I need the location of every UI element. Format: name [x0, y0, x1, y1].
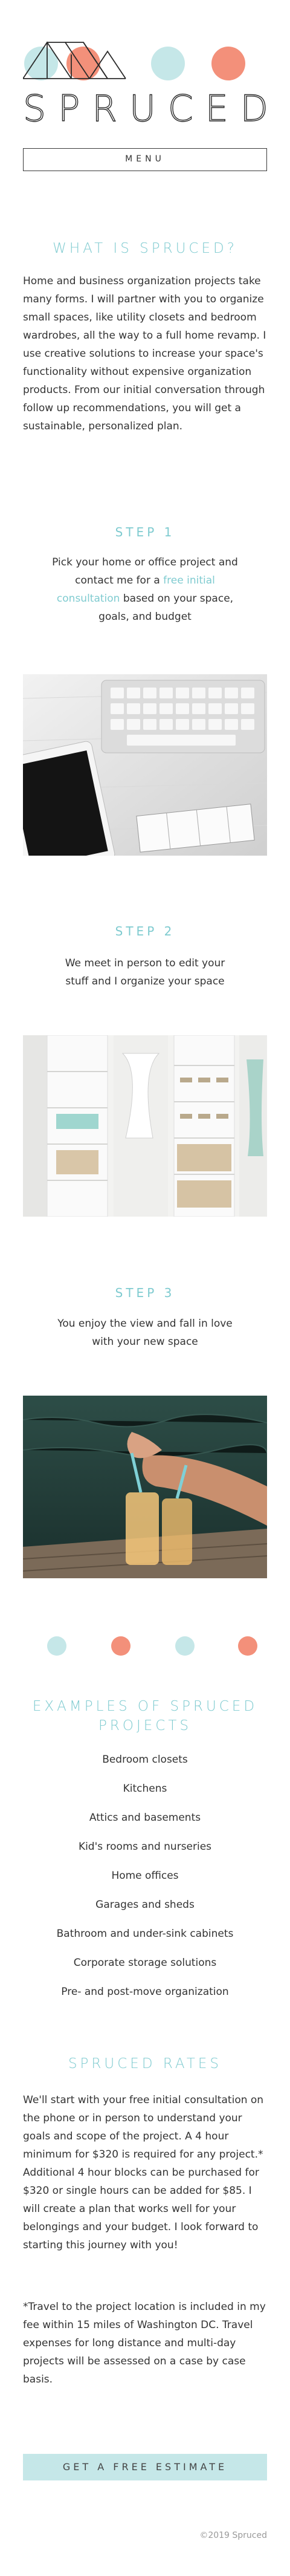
step-1-title: STEP 1 [115, 525, 175, 539]
list-item: Pre- and post-move organization [61, 1986, 229, 1998]
about-text: Home and business organization projects … [23, 275, 266, 432]
examples-list: Bedroom closets Kitchens Attics and base… [23, 1745, 267, 2006]
travel-note: *Travel to the project location is inclu… [23, 2301, 266, 2386]
step-2-text: We meet in person to edit your stuff and… [65, 957, 225, 987]
step-3-image [23, 1396, 267, 1578]
list-item: Kid's rooms and nurseries [78, 1841, 212, 1853]
step-2-image [23, 1035, 267, 1217]
free-estimate-button[interactable]: GET A FREE ESTIMATE [23, 2454, 267, 2480]
about-title: WHAT IS SPRUCED? [53, 241, 237, 256]
step-3-title: STEP 3 [115, 1286, 175, 1300]
rates-text: We'll start with your free initial consu… [23, 2094, 264, 2251]
step-1-image [23, 674, 267, 856]
list-item: Garages and sheds [95, 1899, 195, 1911]
site-header: SPRUCED MENU [0, 0, 290, 171]
list-item: Bedroom closets [102, 1754, 188, 1766]
step-1-text: Pick your home or office project and con… [48, 553, 242, 626]
list-item: Attics and basements [89, 1812, 201, 1824]
brand-wordmark[interactable]: SPRUCED [22, 90, 268, 127]
decorative-dots [0, 1636, 290, 1660]
menu-button[interactable]: MENU [23, 148, 267, 171]
house-roof-circles-logo[interactable] [23, 18, 267, 91]
list-item: Kitchens [123, 1783, 167, 1795]
coral-dot [111, 1636, 130, 1656]
teal-dot [47, 1636, 66, 1656]
examples-title: EXAMPLES OF SPRUCED PROJECTS [32, 1699, 258, 1734]
step-3-text: You enjoy the view and fall in love with… [57, 1318, 233, 1348]
step-2-title: STEP 2 [115, 924, 175, 938]
copyright: ©2019 Spruced [199, 2531, 267, 2540]
list-item: Home offices [111, 1870, 179, 1882]
coral-dot [238, 1636, 257, 1656]
rates-title: SPRUCED RATES [68, 2056, 222, 2072]
list-item: Bathroom and under-sink cabinets [56, 1928, 234, 1940]
list-item: Corporate storage solutions [73, 1957, 217, 1969]
teal-dot [175, 1636, 195, 1656]
